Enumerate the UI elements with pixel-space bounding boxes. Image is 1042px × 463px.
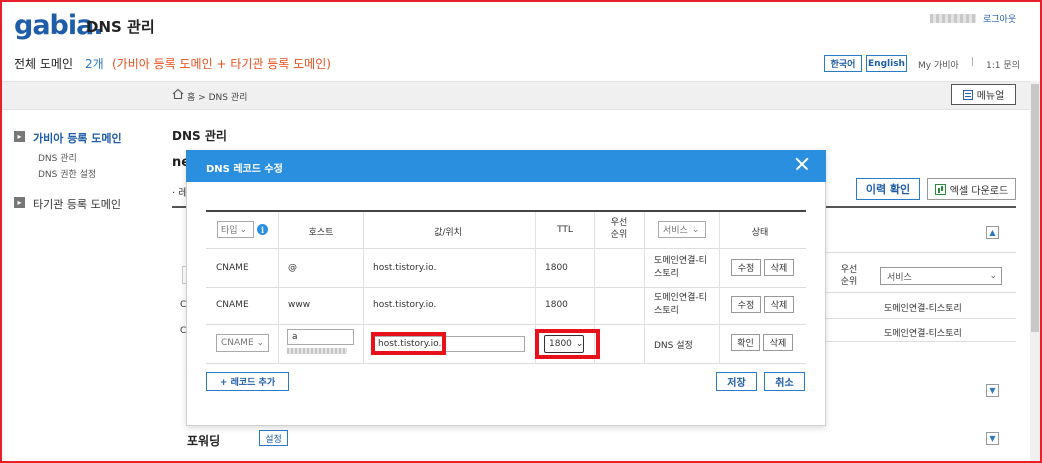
delete-record-button[interactable]: 삭제	[763, 334, 793, 351]
row-ttl: 1800	[545, 300, 568, 310]
header-separator: |	[971, 57, 975, 67]
highlight-ttl-box	[535, 329, 600, 359]
bg-service-cell: 도메인연결-티스토리	[884, 304, 962, 314]
app-title: DNS 관리	[86, 18, 155, 36]
collapse-up-icon[interactable]: ▲	[986, 226, 999, 239]
col-divider	[278, 212, 279, 364]
divider	[826, 252, 1016, 253]
sidebar-subitem-dns-manage[interactable]: DNS 관리	[38, 151, 77, 164]
delete-record-button[interactable]: 삭제	[764, 296, 794, 313]
modal-title: DNS 레코드 수정	[206, 164, 283, 175]
row-ttl: 1800	[545, 263, 568, 273]
header-ttl: TTL	[557, 225, 573, 235]
expand-down-icon[interactable]: ▼	[986, 384, 999, 397]
bg-service-cell: 도메인연결-티스토리	[884, 329, 962, 339]
forwarding-settings-button[interactable]: 설정	[259, 430, 288, 446]
chevron-right-icon: ▸	[14, 197, 25, 208]
row-service: 도메인연결-티 스토리	[654, 256, 707, 279]
row-value: host.tistory.io.	[373, 300, 437, 310]
row-host: @	[288, 263, 297, 273]
service-filter-select[interactable]: 서비스 ⌄	[658, 221, 706, 238]
history-button[interactable]: 이력 확인	[856, 178, 920, 200]
row-divider	[206, 324, 806, 325]
divider	[826, 341, 1016, 342]
header-host: 호스트	[308, 228, 334, 238]
edit-record-button[interactable]: 수정	[731, 296, 761, 313]
edit-type-select[interactable]: CNAME ⌄	[216, 334, 269, 352]
table-top-rule	[826, 206, 1016, 208]
row-service: 도메인연결-티 스토리	[654, 293, 707, 316]
bg-service-select[interactable]: 서비스 ⌄	[880, 267, 1002, 285]
domain-count: 2개	[85, 57, 104, 71]
highlight-value-box	[371, 332, 446, 355]
row-service: DNS 설정	[654, 341, 693, 351]
chevron-down-icon: ⌄	[256, 338, 264, 348]
chevron-down-icon: ⌄	[239, 224, 248, 235]
breadcrumb-current: DNS 관리	[208, 93, 248, 103]
cancel-button[interactable]: 취소	[764, 372, 805, 391]
row-divider	[206, 287, 806, 288]
header-priority: 우선 순위	[610, 218, 628, 240]
excel-icon	[934, 183, 946, 195]
breadcrumb-bar	[2, 81, 1030, 110]
breadcrumb: 홈 > DNS 관리	[187, 93, 248, 103]
manual-button[interactable]: 메뉴얼	[951, 84, 1016, 105]
breadcrumb-home[interactable]: 홈	[187, 93, 195, 103]
masked-domain-text	[287, 348, 347, 354]
row-type: CNAME	[216, 300, 249, 310]
logout-link[interactable]: 로그아웃	[983, 12, 1016, 25]
host-input[interactable]: a	[287, 329, 354, 345]
record-table-top	[206, 210, 806, 212]
chevron-right-icon: ▸	[14, 131, 25, 142]
chevron-down-icon: ⌄	[691, 224, 700, 235]
close-icon[interactable]	[795, 157, 809, 171]
domain-all-label: 전체 도메인	[14, 57, 74, 71]
col-divider	[644, 212, 645, 364]
manual-icon	[962, 89, 973, 100]
table-top-rule-left	[172, 206, 186, 208]
header-value: 값/위치	[434, 228, 462, 238]
home-icon[interactable]	[172, 88, 184, 100]
domain-detail: (가비아 등록 도메인 + 타기관 등록 도메인)	[112, 57, 331, 71]
sidebar-subitem-dns-permission[interactable]: DNS 권한 설정	[38, 167, 96, 180]
save-button[interactable]: 저장	[716, 372, 757, 391]
col-divider	[719, 212, 720, 364]
divider	[826, 318, 1016, 319]
sidebar-item-gabia-domains[interactable]: 가비아 등록 도메인	[33, 130, 122, 146]
info-icon[interactable]: i	[257, 224, 268, 235]
row-divider	[206, 248, 806, 249]
masked-username	[930, 14, 976, 23]
bg-priority-header: 우선 순위	[840, 265, 858, 287]
row-divider	[206, 363, 806, 364]
row-value: host.tistory.io.	[373, 263, 437, 273]
divider	[826, 292, 1016, 293]
forwarding-label: 포워딩	[187, 434, 221, 448]
inquiry-link[interactable]: 1:1 문의	[986, 58, 1020, 71]
expand-down-icon[interactable]: ▼	[986, 432, 999, 445]
add-record-button[interactable]: + 레코드 추가	[206, 372, 289, 391]
col-divider	[363, 212, 364, 364]
my-gabia-link[interactable]: My 가비아	[918, 58, 959, 71]
confirm-record-button[interactable]: 확인	[731, 334, 760, 351]
row-type: CNAME	[216, 263, 249, 273]
type-filter-select[interactable]: 타입 ⌄	[217, 221, 254, 238]
delete-record-button[interactable]: 삭제	[764, 259, 794, 276]
lang-korean-button[interactable]: 한국어	[824, 55, 862, 72]
chevron-down-icon: ⌄	[989, 271, 997, 281]
excel-download-button[interactable]: 엑셀 다운로드	[927, 178, 1016, 200]
scrollbar-thumb[interactable]	[1031, 84, 1039, 332]
header-status: 상태	[751, 228, 769, 238]
lang-english-button[interactable]: English	[866, 55, 907, 72]
row-host: www	[288, 300, 311, 310]
edit-record-button[interactable]: 수정	[731, 259, 761, 276]
page-title: DNS 관리	[172, 129, 227, 143]
sidebar-item-other-domains[interactable]: 타기관 등록 도메인	[33, 196, 121, 212]
